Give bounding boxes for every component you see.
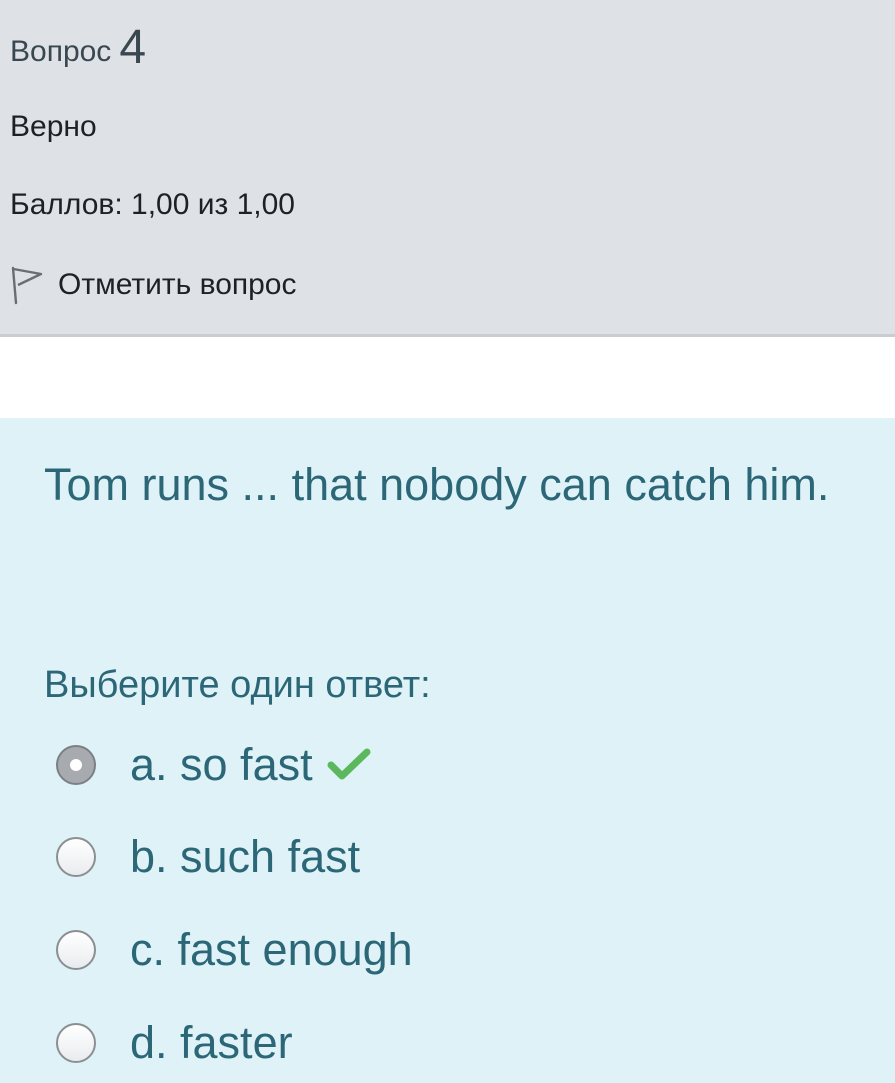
question-info-panel: Вопрос 4 Верно Баллов: 1,00 из 1,00 Отмет… — [0, 0, 895, 337]
answer-radio-d[interactable] — [56, 1023, 96, 1063]
question-title: Вопрос 4 — [10, 18, 147, 74]
answer-radio-c[interactable] — [56, 930, 96, 970]
flag-question-link[interactable]: Отметить вопрос — [8, 265, 297, 305]
answer-radio-b[interactable] — [56, 837, 96, 877]
question-state: Верно — [10, 110, 97, 143]
answer-radio-a[interactable] — [56, 745, 96, 785]
answer-label-d: d. faster — [130, 1017, 293, 1068]
question-number: 4 — [119, 21, 147, 74]
answer-option-c[interactable]: c. fast enough — [56, 920, 413, 980]
question-text: Tom runs ... that nobody can catch him. — [44, 459, 830, 510]
flag-question-label: Отметить вопрос — [58, 268, 297, 301]
answer-option-b[interactable]: b. such fast — [56, 827, 360, 887]
answer-option-a[interactable]: a. so fast — [56, 735, 371, 795]
answer-option-d[interactable]: d. faster — [56, 1013, 293, 1073]
answer-label-a: a. so fast — [130, 739, 313, 790]
answer-label-b: b. such fast — [130, 831, 361, 882]
question-grade: Баллов: 1,00 из 1,00 — [10, 188, 295, 221]
flag-outline-icon — [8, 265, 46, 305]
question-word: Вопрос — [10, 35, 112, 68]
checkmark-icon — [327, 748, 371, 782]
answer-label-c: c. fast enough — [130, 924, 413, 975]
answer-prompt: Выберите один ответ: — [44, 664, 431, 706]
